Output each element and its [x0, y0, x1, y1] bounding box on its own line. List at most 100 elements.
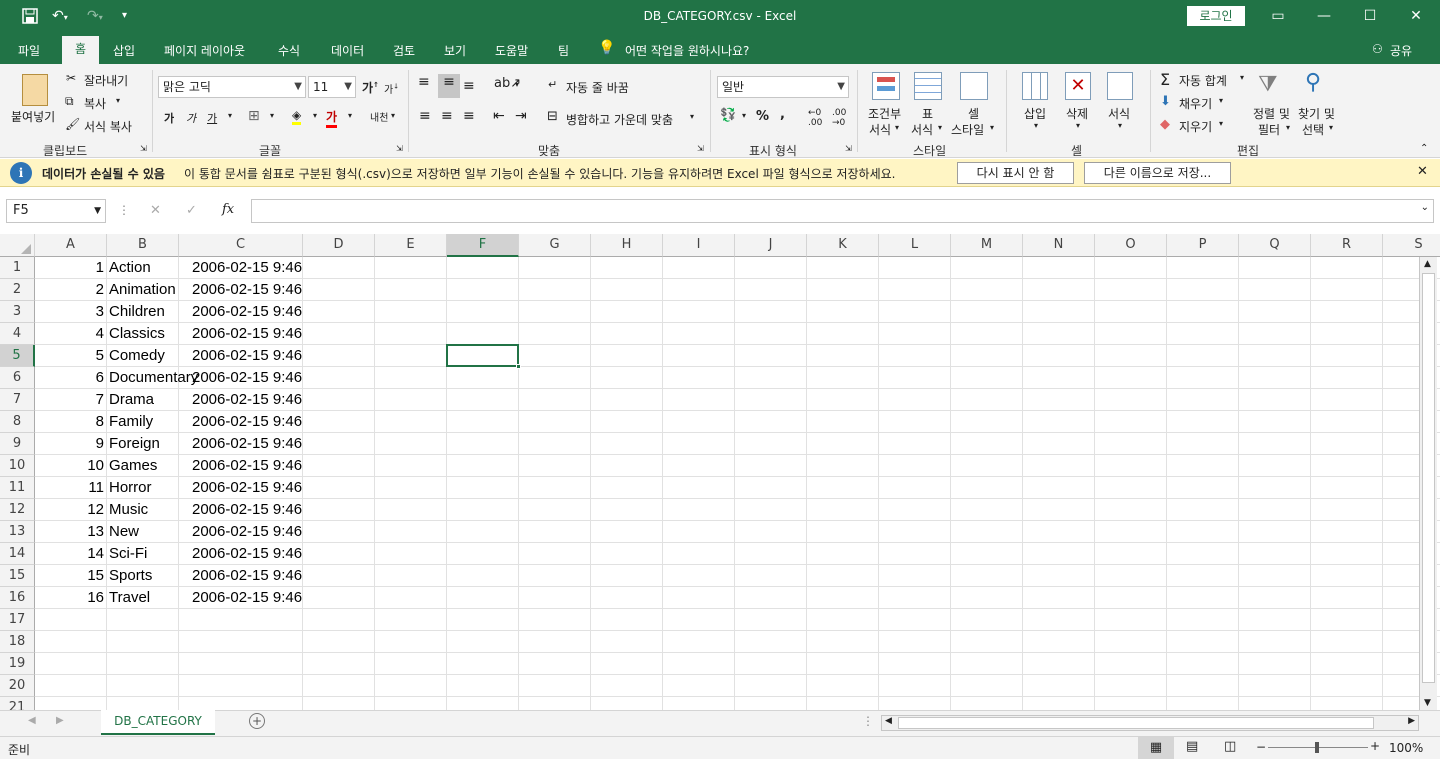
cell-k15[interactable]: [807, 565, 879, 587]
cell-h21[interactable]: [591, 697, 663, 710]
italic-icon[interactable]: 가: [186, 110, 196, 126]
cell-c11[interactable]: 2006-02-15 9:46: [179, 477, 303, 499]
row-header[interactable]: 18: [0, 631, 35, 653]
cell-j13[interactable]: [735, 521, 807, 543]
cell-r6[interactable]: [1311, 367, 1383, 389]
cell-k14[interactable]: [807, 543, 879, 565]
tab-view[interactable]: 보기: [444, 42, 466, 59]
tab-page-layout[interactable]: 페이지 레이아웃: [164, 42, 245, 59]
cell-n12[interactable]: [1023, 499, 1095, 521]
cell-h3[interactable]: [591, 301, 663, 323]
cell-k17[interactable]: [807, 609, 879, 631]
cell-q16[interactable]: [1239, 587, 1311, 609]
cell-e19[interactable]: [375, 653, 447, 675]
splitter-icon[interactable]: ⋮: [862, 714, 874, 728]
cell-m17[interactable]: [951, 609, 1023, 631]
cell-p18[interactable]: [1167, 631, 1239, 653]
cell-j18[interactable]: [735, 631, 807, 653]
align-top-icon[interactable]: ≡: [418, 74, 430, 90]
cell-i11[interactable]: [663, 477, 735, 499]
cell-f3[interactable]: [447, 301, 519, 323]
chevron-down-icon[interactable]: ▼: [94, 200, 101, 222]
cell-g20[interactable]: [519, 675, 591, 697]
cell-p2[interactable]: [1167, 279, 1239, 301]
cell-q5[interactable]: [1239, 345, 1311, 367]
cell-f10[interactable]: [447, 455, 519, 477]
cell-b4[interactable]: Classics: [107, 323, 179, 345]
tab-review[interactable]: 검토: [393, 42, 415, 59]
cell-j5[interactable]: [735, 345, 807, 367]
conditional-formatting-label-1[interactable]: 조건부: [868, 105, 901, 122]
cell-i19[interactable]: [663, 653, 735, 675]
ribbon-display-options-icon[interactable]: ▭: [1255, 0, 1301, 34]
cell-g19[interactable]: [519, 653, 591, 675]
cell-d14[interactable]: [303, 543, 375, 565]
cell-q17[interactable]: [1239, 609, 1311, 631]
scroll-sheets-left-icon[interactable]: ◀: [28, 715, 36, 726]
collapse-ribbon-icon[interactable]: ⌃: [1420, 143, 1428, 154]
cell-g2[interactable]: [519, 279, 591, 301]
font-size-select[interactable]: 11 ▼: [308, 76, 356, 98]
cell-b11[interactable]: Horror: [107, 477, 179, 499]
row-header[interactable]: 17: [0, 609, 35, 631]
cell-l17[interactable]: [879, 609, 951, 631]
cell-k11[interactable]: [807, 477, 879, 499]
cell-o18[interactable]: [1095, 631, 1167, 653]
cell-i5[interactable]: [663, 345, 735, 367]
font-color-icon[interactable]: 가: [326, 108, 338, 128]
format-as-table-dropdown-icon[interactable]: ▾: [938, 123, 942, 132]
delete-cells-button[interactable]: 삭제: [1066, 105, 1088, 122]
tab-help[interactable]: 도움말: [495, 42, 528, 59]
font-color-dropdown-icon[interactable]: ▾: [348, 111, 352, 120]
cell-l13[interactable]: [879, 521, 951, 543]
sort-filter-label-2[interactable]: 필터: [1258, 121, 1280, 138]
cancel-icon[interactable]: ✕: [150, 203, 161, 218]
cell-j8[interactable]: [735, 411, 807, 433]
cell-j4[interactable]: [735, 323, 807, 345]
cell-a8[interactable]: 8: [35, 411, 107, 433]
format-dropdown-icon[interactable]: ▾: [1118, 121, 1122, 130]
format-as-table-icon[interactable]: [914, 72, 942, 100]
cell-n20[interactable]: [1023, 675, 1095, 697]
format-as-table-label-2[interactable]: 서식: [911, 121, 933, 138]
cell-e10[interactable]: [375, 455, 447, 477]
conditional-formatting-label-2[interactable]: 서식: [869, 121, 891, 138]
cell-h8[interactable]: [591, 411, 663, 433]
cell-c7[interactable]: 2006-02-15 9:46: [179, 389, 303, 411]
cell-styles-icon[interactable]: [960, 72, 988, 100]
cell-i6[interactable]: [663, 367, 735, 389]
cell-j10[interactable]: [735, 455, 807, 477]
cell-a21[interactable]: [35, 697, 107, 710]
cell-m3[interactable]: [951, 301, 1023, 323]
select-all-corner[interactable]: [0, 234, 35, 257]
cell-c15[interactable]: 2006-02-15 9:46: [179, 565, 303, 587]
cell-k1[interactable]: [807, 257, 879, 279]
cell-m13[interactable]: [951, 521, 1023, 543]
accounting-dropdown-icon[interactable]: ▾: [742, 111, 746, 120]
cell-i7[interactable]: [663, 389, 735, 411]
cell-l2[interactable]: [879, 279, 951, 301]
cell-b18[interactable]: [107, 631, 179, 653]
cell-e12[interactable]: [375, 499, 447, 521]
align-left-icon[interactable]: ≡: [419, 108, 431, 124]
cell-r8[interactable]: [1311, 411, 1383, 433]
cell-b20[interactable]: [107, 675, 179, 697]
merge-center-icon[interactable]: ⊟: [547, 109, 558, 124]
cell-n15[interactable]: [1023, 565, 1095, 587]
cell-r9[interactable]: [1311, 433, 1383, 455]
cell-m12[interactable]: [951, 499, 1023, 521]
autosum-icon[interactable]: Σ: [1160, 70, 1170, 89]
column-header-n[interactable]: N: [1023, 234, 1095, 257]
cell-g3[interactable]: [519, 301, 591, 323]
cell-k20[interactable]: [807, 675, 879, 697]
share-icon[interactable]: ⚇: [1372, 42, 1383, 56]
borders-icon[interactable]: ⊞: [248, 108, 260, 124]
cell-g4[interactable]: [519, 323, 591, 345]
cell-a15[interactable]: 15: [35, 565, 107, 587]
decrease-indent-icon[interactable]: ⇤: [493, 108, 505, 124]
cell-i17[interactable]: [663, 609, 735, 631]
cell-e14[interactable]: [375, 543, 447, 565]
cell-i20[interactable]: [663, 675, 735, 697]
cell-b3[interactable]: Children: [107, 301, 179, 323]
cell-o7[interactable]: [1095, 389, 1167, 411]
